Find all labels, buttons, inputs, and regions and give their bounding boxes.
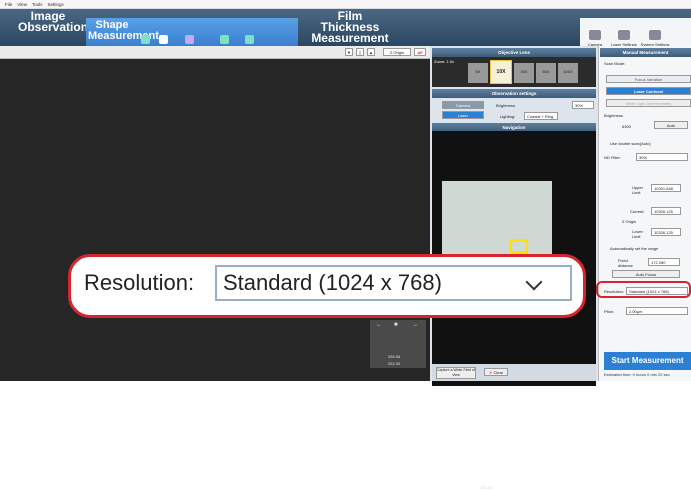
auto-focus-button[interactable]: Auto Focus [612,270,680,278]
resolution-highlight [596,281,691,298]
objective-lens-header: Objective Lens [432,48,596,57]
lighting-label: Lighting: [500,114,516,119]
tab-film-thickness[interactable]: Film Thickness Measurement [310,10,390,44]
coord-y-value: 352.30 [388,361,401,366]
stitching-icon [244,35,254,44]
film-top-icon [184,35,194,44]
view-toolbar: ▼ ▯ ▲ Z Origin AF [0,46,430,59]
fixed-distance-input[interactable]: 172.280 [648,258,680,266]
nav-coord-x: 356.56 [480,485,493,490]
double-scan-checkbox[interactable]: Use double scan(Auto) [610,141,651,146]
camera-icon [589,30,601,40]
menu-bar: File View Tools Settings [0,0,691,9]
focus-variation-button[interactable]: Focus Variation [606,75,691,83]
scan-mode-label: Scan Mode: [604,61,626,66]
menu-file[interactable]: File [5,2,12,7]
tab-image-observation[interactable]: Image Observation [18,10,88,33]
lens-20x[interactable]: 20X [514,63,534,83]
lens-10x[interactable]: 10X [490,60,512,84]
laser-settings-button[interactable]: Laser Settings [611,30,637,47]
nd-filter-label: ND Filter: [604,155,621,160]
lens-50x[interactable]: 50X [536,63,556,83]
brightness-percent[interactable]: 30% [572,101,594,109]
observation-header: Observation settings [432,89,596,98]
image-viewer[interactable] [0,46,430,381]
lighting-select[interactable]: Coaxial + Ring [524,112,558,120]
laser-confocal-button[interactable]: Laser Confocal [606,87,691,95]
system-icon [649,30,661,40]
auto-icon [140,35,150,44]
current-label: Current: [630,209,645,214]
manual-brightness-value: 6300 [622,124,631,129]
pitch-select[interactable]: 2.00µm [626,307,688,315]
zoom-resolution-label: Resolution: [84,270,195,295]
nd-filter-select[interactable]: 30% [636,153,688,161]
teaching-icon [219,35,229,44]
menu-tools[interactable]: Tools [32,2,43,7]
camera-mode-button[interactable]: Camera [442,101,484,109]
current-input[interactable]: 10326.125 [651,207,681,215]
navigation-footer: Capture a Wider Field of View ✕ Clear [432,364,596,381]
af-button[interactable]: AF [414,48,426,56]
z-origin-link[interactable]: Z Origin [622,219,636,224]
upper-limit-input[interactable]: 10331.848 [651,184,681,192]
ribbon: Image Observation Shape Measurement Auto… [0,9,691,55]
zoom-resolution-value: Standard (1024 x 768) [223,270,442,295]
lens-turret: Zoom: 1.0x 10X 5X 20X 50X 100X [432,57,596,87]
brightness-auto-button[interactable]: Auto [654,121,688,129]
menu-view[interactable]: View [17,2,27,7]
white-light-button[interactable]: White Light Interferometry [606,99,691,107]
lens-100x[interactable]: 100X [558,63,578,83]
left-arrow-icon[interactable]: ← [376,322,382,328]
lens-5x[interactable]: 5X [468,63,488,83]
upper-limit-label[interactable]: Upper Limit [632,185,646,195]
lower-limit-label[interactable]: Lower Limit [632,229,646,239]
lens-icon[interactable]: ▯ [356,48,364,56]
menu-settings[interactable]: Settings [47,2,63,7]
start-measurement-button[interactable]: Start Measurement [604,352,691,370]
down-arrow-button[interactable]: ▼ [345,48,353,56]
stage-pad[interactable]: ← ■ → 356.56 352.30 [370,320,426,368]
tab-shape-measurement[interactable]: Shape Measurement [88,20,159,42]
clear-button[interactable]: ✕ Clear [484,368,508,376]
stop-icon[interactable]: ■ [394,322,398,328]
zoom-label: Zoom: 1.0x [434,59,455,64]
right-arrow-icon[interactable]: → [412,322,418,328]
clear-icon: ✕ [488,370,493,375]
field-of-view-marker [510,239,528,253]
system-settings-button[interactable]: System Settings [640,30,670,47]
brightness-label: Brightness [496,103,515,108]
pitch-label: Pitch: [604,309,615,314]
manual-brightness-label: Brightness [604,113,623,118]
fixed-distance-checkbox[interactable]: Fixed distance [618,258,640,268]
manual-icon [158,35,168,44]
lower-limit-input[interactable]: 10326.125 [651,228,681,236]
estimated-time: Estimated time: 0 hours 0 min 20 sec [604,372,670,377]
capture-wider-button[interactable]: Capture a Wider Field of View [436,367,476,379]
coord-x-value: 356.56 [388,354,401,359]
auto-range-checkbox[interactable]: Automatically set the range [610,246,658,251]
manual-header: Manual Measurement [600,48,691,57]
laser-icon [618,30,630,40]
up-arrow-button[interactable]: ▲ [367,48,375,56]
laser-mode-button[interactable]: Laser [442,111,484,119]
z-origin-button[interactable]: Z Origin [383,48,411,56]
